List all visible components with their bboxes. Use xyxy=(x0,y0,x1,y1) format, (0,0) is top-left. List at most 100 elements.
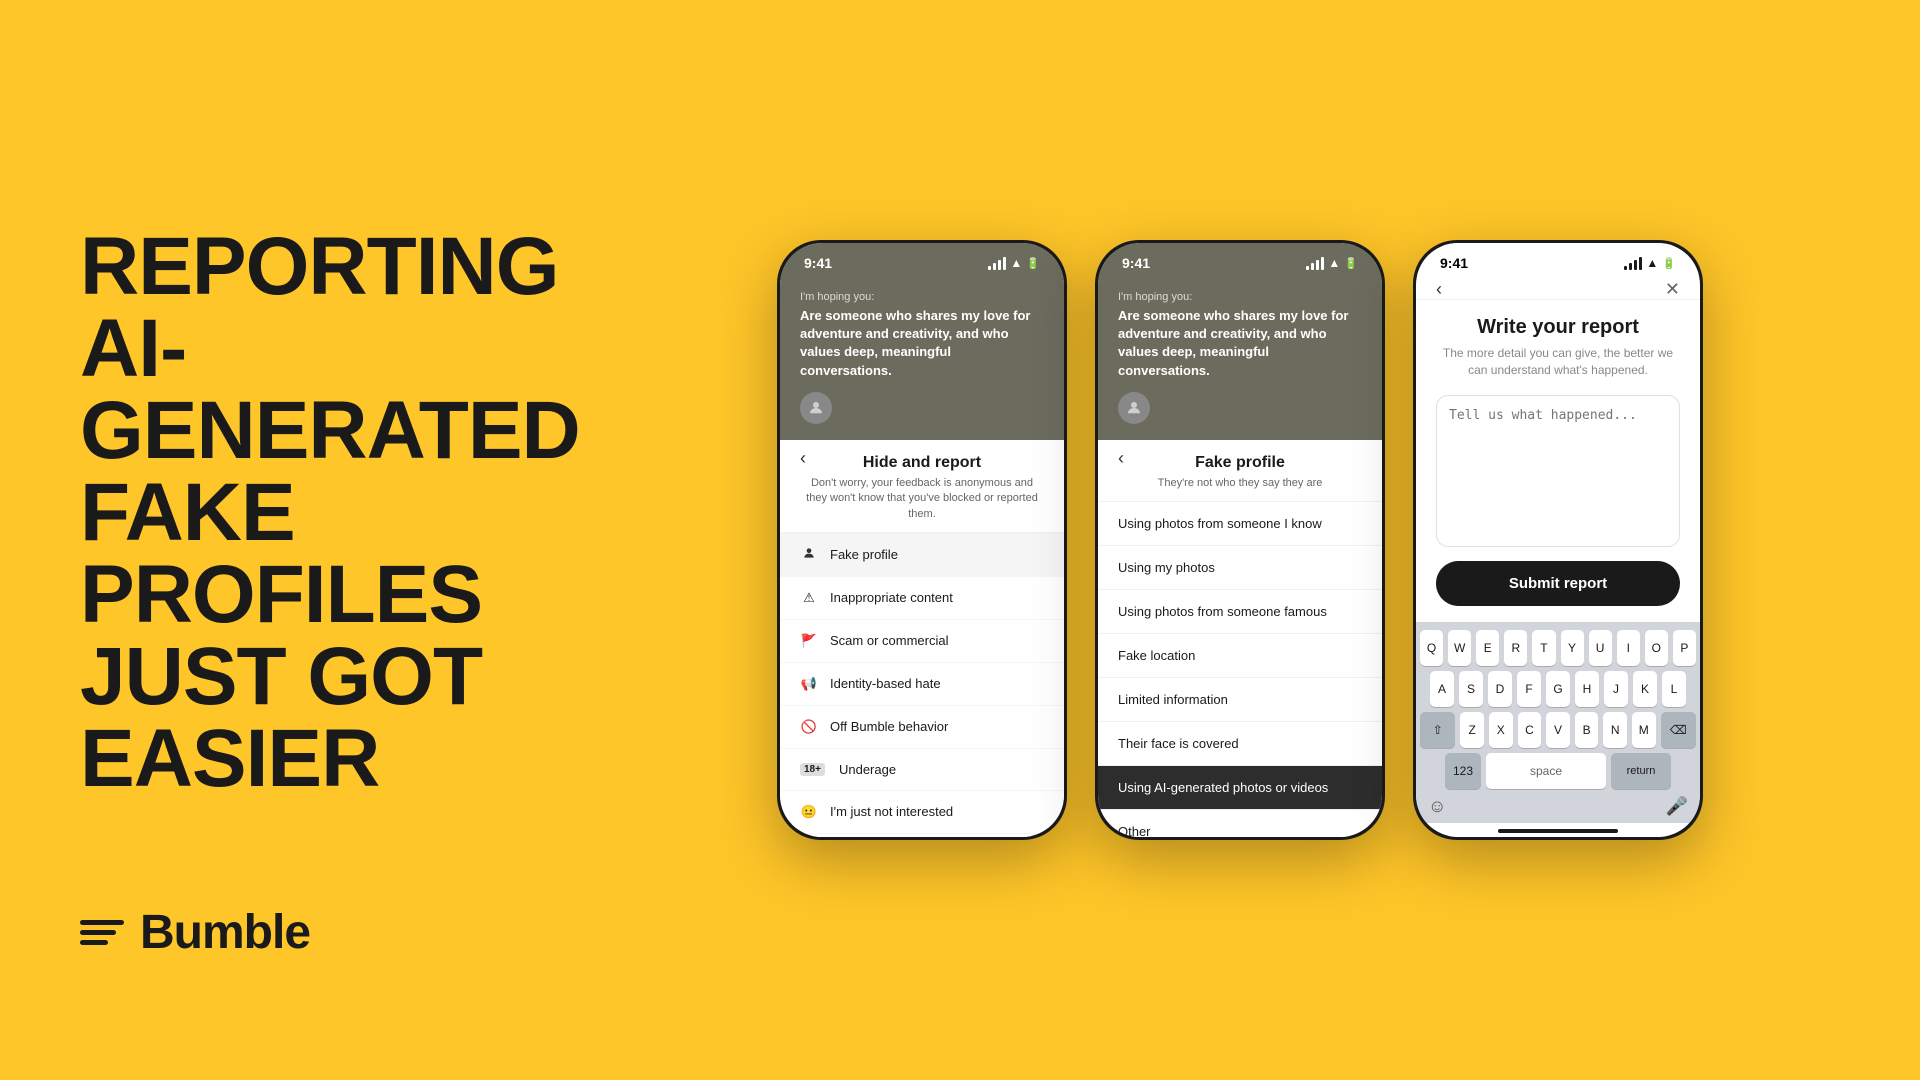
key-return[interactable]: return xyxy=(1611,753,1671,789)
key-i[interactable]: I xyxy=(1617,630,1640,666)
phone-2: 9:41 ▲ 🔋 I'm hoping you: Are someone who… xyxy=(1095,240,1385,840)
report-header: ‹ ✕ xyxy=(1416,275,1700,300)
sheet-title-1: Hide and report xyxy=(800,454,1044,472)
report-close-button[interactable]: ✕ xyxy=(1665,279,1680,300)
keyboard-row-3: ⇧ Z X C V B N M ⌫ xyxy=(1420,712,1696,748)
headline: REPORTING AI-GENERATED FAKE PROFILES JUS… xyxy=(80,226,500,800)
fake-profile-label: Fake profile xyxy=(830,547,898,562)
key-g[interactable]: G xyxy=(1546,671,1570,707)
key-r[interactable]: R xyxy=(1504,630,1527,666)
key-j[interactable]: J xyxy=(1604,671,1628,707)
battery-icon-2: 🔋 xyxy=(1344,257,1358,270)
keyboard-row-2: A S D F G H J K L xyxy=(1420,671,1696,707)
wifi-icon-2: ▲ xyxy=(1328,256,1340,270)
status-time-3: 9:41 xyxy=(1440,255,1468,271)
off-bumble-label: Off Bumble behavior xyxy=(830,719,948,734)
sub-item-ai-generated[interactable]: Using AI-generated photos or videos xyxy=(1098,766,1382,810)
menu-item-off-bumble[interactable]: 🚫 Off Bumble behavior xyxy=(780,706,1064,749)
keyboard-row-1: Q W E R T Y U I O P xyxy=(1420,630,1696,666)
hoping-label-1: I'm hoping you: xyxy=(800,291,1044,303)
keyboard-bottom: ☺ 🎤 xyxy=(1420,794,1696,819)
sub-item-fake-location[interactable]: Fake location xyxy=(1098,634,1382,678)
key-h[interactable]: H xyxy=(1575,671,1599,707)
key-a[interactable]: A xyxy=(1430,671,1454,707)
key-shift[interactable]: ⇧ xyxy=(1420,712,1455,748)
sub-item-other[interactable]: Other xyxy=(1098,810,1382,837)
back-arrow-2[interactable]: ‹ xyxy=(1118,448,1124,469)
key-y[interactable]: Y xyxy=(1561,630,1584,666)
key-c[interactable]: C xyxy=(1518,712,1542,748)
key-w[interactable]: W xyxy=(1448,630,1471,666)
sub-item-photos-know[interactable]: Using photos from someone I know xyxy=(1098,502,1382,546)
not-interested-label: I'm just not interested xyxy=(830,804,953,819)
report-desc: The more detail you can give, the better… xyxy=(1436,345,1680,379)
phone-3: 9:41 ▲ 🔋 ‹ ✕ Write your report The more … xyxy=(1413,240,1703,840)
wifi-icon-3: ▲ xyxy=(1646,256,1658,270)
sheet-subtitle-1: Don't worry, your feedback is anonymous … xyxy=(800,476,1044,522)
key-u[interactable]: U xyxy=(1589,630,1612,666)
key-backspace[interactable]: ⌫ xyxy=(1661,712,1696,748)
status-bar-3: 9:41 ▲ 🔋 xyxy=(1416,243,1700,275)
key-v[interactable]: V xyxy=(1546,712,1570,748)
bumble-hamburger-icon xyxy=(80,920,124,945)
key-k[interactable]: K xyxy=(1633,671,1657,707)
left-section: REPORTING AI-GENERATED FAKE PROFILES JUS… xyxy=(0,0,560,1080)
key-o[interactable]: O xyxy=(1645,630,1668,666)
mic-key[interactable]: 🎤 xyxy=(1666,796,1688,817)
key-e[interactable]: E xyxy=(1476,630,1499,666)
menu-item-fake-profile[interactable]: Fake profile xyxy=(780,533,1064,577)
status-bar-2: 9:41 ▲ 🔋 xyxy=(1098,243,1382,275)
menu-item-hate[interactable]: 📢 Identity-based hate xyxy=(780,663,1064,706)
sub-item-limited-info[interactable]: Limited information xyxy=(1098,678,1382,722)
status-time-1: 9:41 xyxy=(804,255,832,271)
key-x[interactable]: X xyxy=(1489,712,1513,748)
signal-icon-1 xyxy=(988,257,1006,270)
key-l[interactable]: L xyxy=(1662,671,1686,707)
hoping-label-2: I'm hoping you: xyxy=(1118,291,1362,303)
back-arrow-1[interactable]: ‹ xyxy=(800,448,806,469)
brand-name: Bumble xyxy=(140,905,310,960)
key-q[interactable]: Q xyxy=(1420,630,1443,666)
sub-item-photos-famous[interactable]: Using photos from someone famous xyxy=(1098,590,1382,634)
key-123[interactable]: 123 xyxy=(1445,753,1481,789)
emoji-key[interactable]: ☺ xyxy=(1428,796,1446,817)
age-badge: 18+ xyxy=(800,763,825,776)
key-t[interactable]: T xyxy=(1532,630,1555,666)
bumble-logo: Bumble xyxy=(80,905,500,960)
menu-list-1: Fake profile ⚠ Inappropriate content 🚩 S… xyxy=(780,533,1064,834)
not-interested-icon: 😐 xyxy=(800,804,818,820)
menu-item-underage[interactable]: 18+ Underage xyxy=(780,749,1064,791)
phone-1: 9:41 ▲ 🔋 I'm hoping you: Are someone who… xyxy=(777,240,1067,840)
menu-item-not-interested[interactable]: 😐 I'm just not interested xyxy=(780,791,1064,834)
sub-item-my-photos[interactable]: Using my photos xyxy=(1098,546,1382,590)
key-s[interactable]: S xyxy=(1459,671,1483,707)
avatar-1 xyxy=(800,392,832,424)
hide-report-sheet: ‹ Hide and report Don't worry, your feed… xyxy=(780,440,1064,837)
menu-item-scam[interactable]: 🚩 Scam or commercial xyxy=(780,620,1064,663)
menu-item-inappropriate[interactable]: ⚠ Inappropriate content xyxy=(780,577,1064,620)
sub-item-face-covered[interactable]: Their face is covered xyxy=(1098,722,1382,766)
key-n[interactable]: N xyxy=(1603,712,1627,748)
battery-icon-3: 🔋 xyxy=(1662,257,1676,270)
report-textarea[interactable] xyxy=(1436,395,1680,547)
key-m[interactable]: M xyxy=(1632,712,1656,748)
key-d[interactable]: D xyxy=(1488,671,1512,707)
key-space[interactable]: space xyxy=(1486,753,1606,789)
sheet-header-1: ‹ Hide and report Don't worry, your feed… xyxy=(780,440,1064,533)
hate-label: Identity-based hate xyxy=(830,676,941,691)
home-indicator-3 xyxy=(1498,829,1618,833)
scam-label: Scam or commercial xyxy=(830,633,948,648)
key-f[interactable]: F xyxy=(1517,671,1541,707)
report-title: Write your report xyxy=(1436,316,1680,339)
signal-icon-2 xyxy=(1306,257,1324,270)
profile-bg-1: I'm hoping you: Are someone who shares m… xyxy=(780,275,1064,440)
fake-profile-sheet: ‹ Fake profile They're not who they say … xyxy=(1098,440,1382,837)
keyboard-row-4: 123 space return xyxy=(1420,753,1696,789)
key-z[interactable]: Z xyxy=(1460,712,1484,748)
hate-icon: 📢 xyxy=(800,676,818,692)
submit-report-button[interactable]: Submit report xyxy=(1436,561,1680,606)
key-b[interactable]: B xyxy=(1575,712,1599,748)
report-back-button[interactable]: ‹ xyxy=(1436,279,1442,300)
wifi-icon-1: ▲ xyxy=(1010,256,1022,270)
key-p[interactable]: P xyxy=(1673,630,1696,666)
